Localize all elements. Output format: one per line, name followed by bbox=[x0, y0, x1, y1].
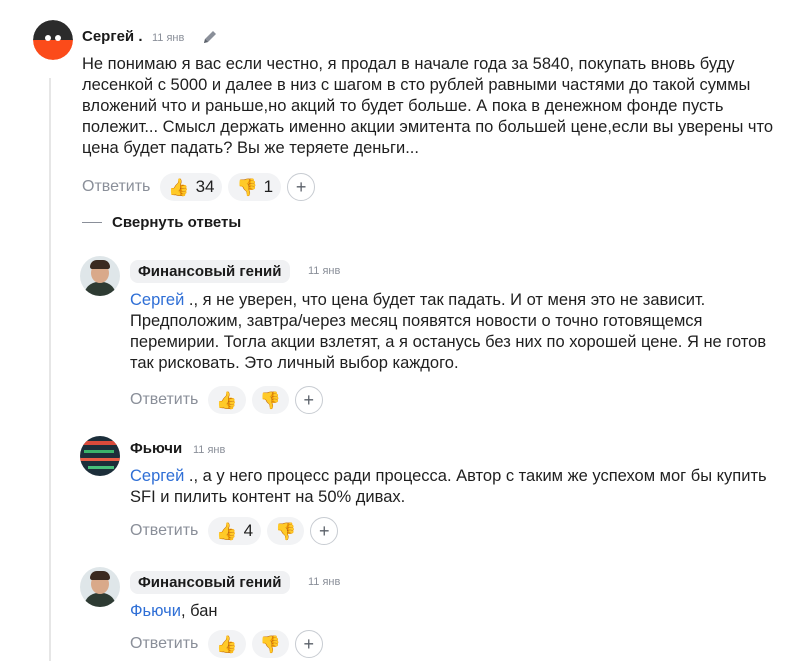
dislike-count: 1 bbox=[263, 177, 274, 196]
plus-icon: + bbox=[295, 176, 307, 197]
reply-text: Сергей ., я не уверен, что цена будет та… bbox=[130, 290, 780, 374]
reply-actions: Ответить 👍 👎 + bbox=[130, 630, 323, 658]
thumbs-up-icon: 👍 bbox=[216, 521, 238, 541]
like-button[interactable]: 👍 bbox=[208, 386, 246, 414]
reply-button[interactable]: Ответить bbox=[130, 522, 198, 540]
reply-body: ., а у него процесс ради процесса. Автор… bbox=[130, 467, 767, 506]
like-count: 34 bbox=[195, 177, 215, 196]
dislike-button[interactable]: 👎 bbox=[251, 630, 289, 658]
reply-avatar[interactable] bbox=[80, 256, 120, 296]
thumbs-down-icon: 👎 bbox=[259, 634, 281, 654]
add-reaction-button[interactable]: + bbox=[294, 386, 323, 414]
thumbs-up-icon: 👍 bbox=[216, 390, 238, 410]
thumbs-down-icon: 👎 bbox=[236, 177, 258, 197]
thread-line bbox=[49, 78, 51, 661]
dash-icon bbox=[82, 222, 102, 223]
pencil-icon[interactable] bbox=[202, 29, 218, 45]
reply-author[interactable]: Фьючи bbox=[130, 440, 182, 457]
collapse-replies-label: Свернуть ответы bbox=[112, 214, 242, 231]
thumbs-down-icon: 👎 bbox=[259, 390, 281, 410]
add-reaction-button[interactable]: + bbox=[310, 517, 339, 545]
reply-avatar[interactable] bbox=[80, 567, 120, 607]
comment-date: 11 янв bbox=[152, 32, 185, 44]
reply-actions: Ответить 👍 4 👎 + bbox=[130, 517, 339, 545]
author-name[interactable]: Сергей . bbox=[82, 28, 142, 45]
reply-date: 11 янв bbox=[308, 265, 341, 277]
like-button[interactable]: 👍 34 bbox=[160, 173, 223, 201]
mention-link[interactable]: Фьючи bbox=[130, 602, 181, 620]
reply-text: Сергей ., а у него процесс ради процесса… bbox=[130, 466, 780, 508]
author-avatar[interactable] bbox=[33, 20, 73, 60]
plus-icon: + bbox=[303, 389, 314, 410]
reply-body: , бан bbox=[180, 602, 218, 620]
add-reaction-button[interactable]: + bbox=[294, 630, 323, 658]
dislike-button[interactable]: 👎 1 bbox=[228, 173, 282, 201]
reply-author[interactable]: Финансовый гений bbox=[130, 571, 290, 594]
reply-date: 11 янв bbox=[193, 444, 226, 456]
comment-text: Не понимаю я вас если честно, я продал в… bbox=[82, 55, 774, 157]
plus-icon: + bbox=[318, 520, 330, 541]
comment-actions: Ответить 👍 34 👎 1 + bbox=[82, 173, 316, 201]
reply-text: Фьючи, бан bbox=[130, 601, 780, 622]
like-count: 4 bbox=[243, 521, 254, 540]
reply-actions: Ответить 👍 👎 + bbox=[130, 386, 323, 414]
plus-icon: + bbox=[303, 633, 314, 654]
dislike-button[interactable]: 👎 bbox=[267, 517, 305, 545]
thumbs-down-icon: 👎 bbox=[275, 521, 297, 541]
reply-avatar[interactable] bbox=[80, 436, 120, 476]
mention-link[interactable]: Сергей bbox=[130, 467, 184, 485]
thumbs-up-icon: 👍 bbox=[168, 177, 190, 197]
collapse-replies-button[interactable]: Свернуть ответы bbox=[82, 214, 241, 231]
add-reaction-button[interactable]: + bbox=[287, 173, 316, 201]
like-button[interactable]: 👍 4 bbox=[208, 517, 262, 545]
mention-link[interactable]: Сергей bbox=[130, 291, 184, 309]
reply-button[interactable]: Ответить bbox=[82, 178, 150, 196]
reply-button[interactable]: Ответить bbox=[130, 635, 198, 653]
reply-body: ., я не уверен, что цена будет так падат… bbox=[130, 291, 767, 372]
like-button[interactable]: 👍 bbox=[208, 630, 246, 658]
dislike-button[interactable]: 👎 bbox=[251, 386, 289, 414]
thumbs-up-icon: 👍 bbox=[216, 634, 238, 654]
reply-author[interactable]: Финансовый гений bbox=[130, 260, 290, 283]
reply-button[interactable]: Ответить bbox=[130, 391, 198, 409]
reply-date: 11 янв bbox=[308, 576, 341, 588]
